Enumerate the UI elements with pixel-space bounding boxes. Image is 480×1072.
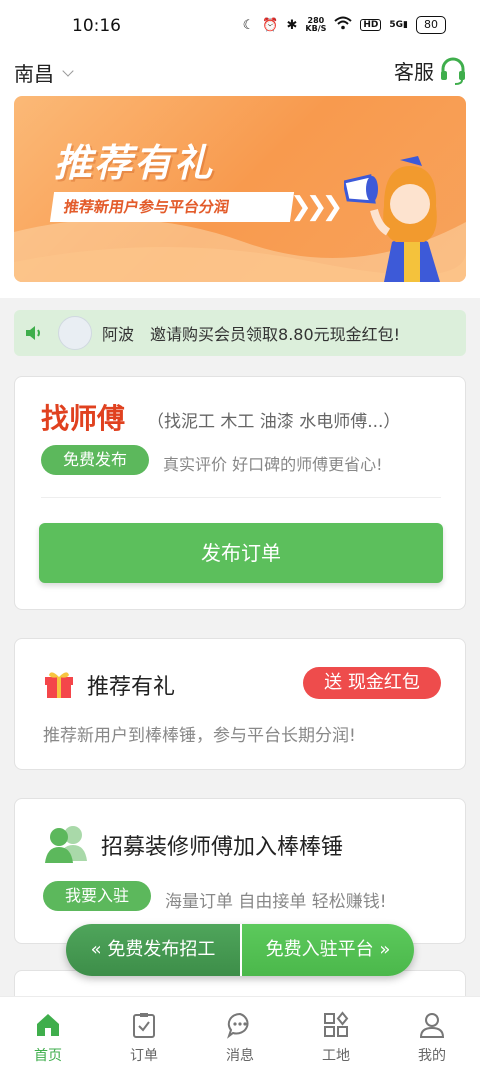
- status-icons: ☾ ⏰ ✱ 280 KB/S HD 5G▮ 80: [243, 16, 446, 34]
- recruit-title: 招募装修师傅加入棒棒锤: [101, 835, 344, 860]
- recruit-desc: 海量订单 自由接单 轻松赚钱!: [165, 892, 387, 912]
- tab-label: 我的: [418, 1048, 446, 1064]
- banner-title: 推荐有礼: [54, 141, 215, 185]
- city-selector[interactable]: 南昌: [14, 58, 74, 87]
- tab-label: 消息: [226, 1048, 254, 1064]
- find-master-desc: 真实评价 好口碑的师傅更省心!: [163, 455, 383, 474]
- referral-desc: 推荐新用户到棒棒锤，参与平台长期分润!: [43, 726, 356, 746]
- banner-arrows: ❯❯❯: [290, 192, 343, 222]
- signal-label: 5G: [389, 20, 404, 30]
- join-button[interactable]: 我要入驻: [43, 881, 151, 911]
- find-master-title: 找师傅: [41, 402, 126, 435]
- status-time: 10:16: [72, 16, 121, 36]
- notice-bar[interactable]: 阿波 邀请购买会员领取8.80元现金红包!: [14, 310, 466, 356]
- tab-site[interactable]: 工地: [288, 997, 384, 1072]
- divider: [41, 497, 441, 498]
- find-master-subtitle: （找泥工 木工 油漆 水电师傅...）: [147, 412, 401, 432]
- notice-message: 邀请购买会员领取8.80元现金红包!: [150, 325, 401, 344]
- people-icon: [45, 826, 87, 863]
- banner-subtitle: 推荐新用户参与平台分润: [49, 192, 295, 222]
- bluetooth-icon: ✱: [286, 17, 298, 33]
- city-label: 南昌: [14, 62, 54, 86]
- avatar: [58, 316, 92, 350]
- battery-icon: 80: [416, 16, 446, 34]
- site-icon: [324, 1011, 349, 1037]
- tab-label: 首页: [34, 1048, 62, 1064]
- tab-label: 工地: [322, 1048, 350, 1064]
- find-master-card: 找师傅 （找泥工 木工 油漆 水电师傅...） 免费发布 真实评价 好口碑的师傅…: [14, 376, 466, 610]
- moon-icon: ☾: [242, 17, 255, 33]
- free-publish-tag: 免费发布: [41, 445, 149, 475]
- girl-megaphone-illustration: [344, 156, 440, 282]
- bottom-tab-bar: 首页 订单 消息 工地 我的: [0, 996, 480, 1072]
- gift-icon: [45, 672, 73, 698]
- recruit-card[interactable]: 招募装修师傅加入棒棒锤 我要入驻 海量订单 自由接单 轻松赚钱!: [14, 798, 466, 944]
- headset-icon: [441, 57, 465, 85]
- tab-messages[interactable]: 消息: [192, 997, 288, 1072]
- alarm-icon: ⏰: [262, 17, 279, 33]
- chevron-down-icon: [62, 64, 74, 77]
- net-speed-unit: KB/S: [305, 24, 327, 33]
- tab-orders[interactable]: 订单: [96, 997, 192, 1072]
- floating-actions: « 免费发布招工 免费入驻平台 »: [66, 924, 414, 976]
- publish-order-button[interactable]: 发布订单: [39, 523, 443, 583]
- notice-user: 阿波: [102, 325, 135, 344]
- status-bar: 10:16 ☾ ⏰ ✱ 280 KB/S HD 5G▮ 80: [0, 0, 480, 52]
- referral-title: 推荐有礼: [87, 675, 176, 700]
- signal-icon: 5G▮: [389, 20, 408, 30]
- tab-label: 订单: [130, 1048, 158, 1064]
- order-icon: [133, 1013, 155, 1038]
- customer-service-button[interactable]: 客服: [394, 56, 466, 85]
- tab-home[interactable]: 首页: [0, 997, 96, 1072]
- profile-icon: [419, 1013, 445, 1038]
- free-join-platform-button[interactable]: 免费入驻平台 »: [240, 924, 414, 976]
- hd-badge: HD: [360, 19, 382, 31]
- cash-redpacket-badge[interactable]: 送 现金红包: [303, 667, 441, 699]
- free-post-job-button[interactable]: « 免费发布招工: [66, 924, 240, 976]
- referral-card[interactable]: 推荐有礼 送 现金红包 推荐新用户到棒棒锤，参与平台长期分润!: [14, 638, 466, 770]
- message-icon: [227, 1012, 249, 1039]
- promo-banner[interactable]: 推荐有礼 推荐新用户参与平台分润 ❯❯❯: [14, 96, 466, 282]
- home-icon: [37, 1014, 59, 1036]
- top-bar: 南昌 客服: [0, 52, 480, 92]
- tab-profile[interactable]: 我的: [384, 997, 480, 1072]
- wifi-icon: [334, 16, 353, 34]
- net-speed: 280 KB/S: [305, 17, 326, 33]
- service-label: 客服: [394, 60, 434, 84]
- speaker-icon: [26, 326, 40, 340]
